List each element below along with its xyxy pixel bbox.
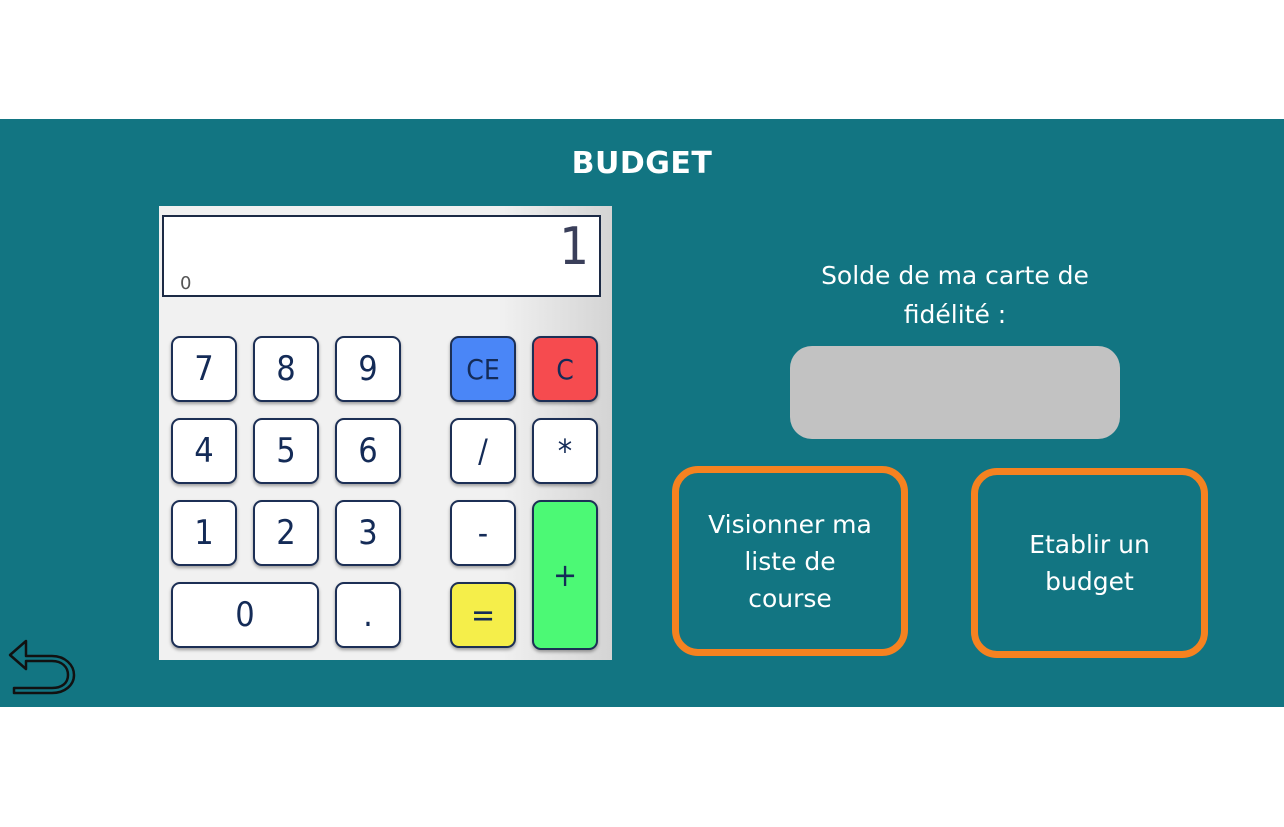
decimal-button[interactable]: . xyxy=(335,582,401,648)
display-history: 0 xyxy=(180,273,192,294)
multiply-button[interactable]: * xyxy=(532,418,598,484)
key-1[interactable]: 1 xyxy=(171,500,237,566)
key-2[interactable]: 2 xyxy=(253,500,319,566)
key-9[interactable]: 9 xyxy=(335,336,401,402)
calculator-display: 1 0 xyxy=(162,215,601,297)
key-5[interactable]: 5 xyxy=(253,418,319,484)
clear-entry-button[interactable]: CE xyxy=(450,336,516,402)
set-budget-label: Etablir un budget xyxy=(1029,530,1150,596)
key-4[interactable]: 4 xyxy=(171,418,237,484)
set-budget-button[interactable]: Etablir un budget xyxy=(971,468,1208,658)
equals-button[interactable]: = xyxy=(450,582,516,648)
display-value: 1 xyxy=(559,217,589,277)
key-0[interactable]: 0 xyxy=(171,582,319,648)
plus-button[interactable]: + xyxy=(532,500,598,650)
balance-label: Solde de ma carte de fidélité : xyxy=(821,261,1089,329)
balance-value xyxy=(790,346,1120,439)
key-3[interactable]: 3 xyxy=(335,500,401,566)
key-8[interactable]: 8 xyxy=(253,336,319,402)
undo-arrow-icon xyxy=(8,639,76,695)
view-shopping-list-label: Visionner ma liste de course xyxy=(708,509,872,613)
calculator: 1 0 7 8 9 CE C 4 5 6 / * 1 2 3 - + 0 . = xyxy=(159,206,612,660)
clear-button[interactable]: C xyxy=(532,336,598,402)
divide-button[interactable]: / xyxy=(450,418,516,484)
page-title: BUDGET xyxy=(571,146,713,181)
key-7[interactable]: 7 xyxy=(171,336,237,402)
minus-button[interactable]: - xyxy=(450,500,516,566)
view-shopping-list-button[interactable]: Visionner ma liste de course xyxy=(672,466,908,656)
back-button[interactable] xyxy=(6,635,76,695)
key-6[interactable]: 6 xyxy=(335,418,401,484)
